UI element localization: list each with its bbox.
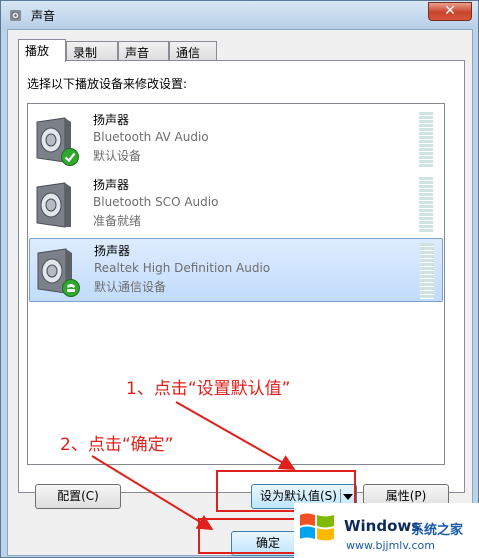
tab-label: 播放 <box>25 44 50 58</box>
arrow-to-set-default <box>175 401 296 470</box>
watermark-brand-cn: 系统之家 <box>411 523 464 538</box>
annotation-arrows <box>91 401 296 531</box>
tab-playback[interactable]: 播放 <box>18 39 66 62</box>
windows-logo-icon <box>298 509 336 545</box>
arrow-to-ok <box>91 455 214 531</box>
watermark: Windows 系统之家 www.bjjmlv.com <box>294 503 479 558</box>
watermark-brand: Windows <box>344 517 421 535</box>
watermark-url: www.bjjmlv.com <box>346 539 435 552</box>
